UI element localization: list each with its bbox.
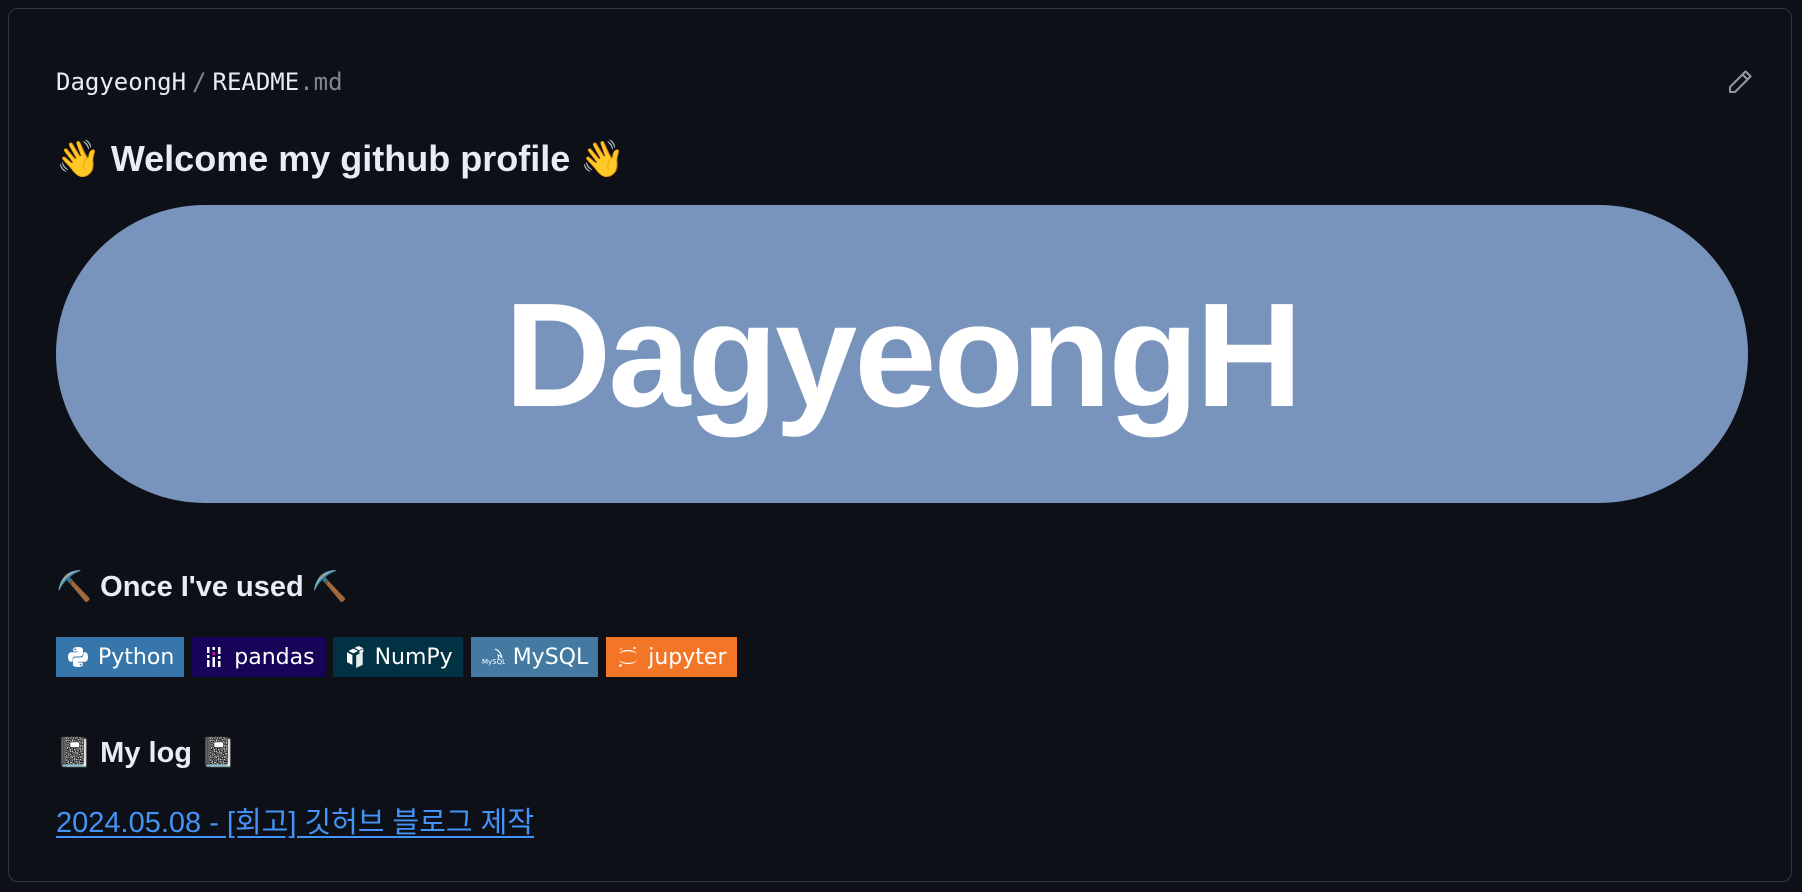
mysql-icon: MySQL [482,648,505,666]
file-extension: .md [299,68,343,96]
badge-label: Python [98,644,175,670]
badge-label: pandas [234,644,315,670]
numpy-icon [346,646,363,668]
badge-label: NumPy [374,644,453,670]
profile-banner: DagyeongH [56,205,1748,503]
log-post-link[interactable]: 2024.05.08 - [회고] 깃허브 블로그 제작 [56,805,534,841]
tools-heading: ⛏️ Once I've used ⛏️ [56,571,348,603]
pandas-icon [207,647,221,667]
pencil-icon [1729,70,1752,93]
badge-jupyter[interactable]: jupyter [606,637,737,677]
badge-label: jupyter [648,644,727,670]
python-icon [68,647,88,667]
readme-card: DagyeongH / README .md 👋 Welcome my githu… [8,8,1792,882]
tech-badges: Python pandas NumPy MySQL MySQL jupyter [56,637,737,677]
badge-mysql[interactable]: MySQL MySQL [470,637,599,677]
edit-file-button[interactable] [1719,61,1761,103]
banner-title: DagyeongH [504,273,1302,438]
welcome-heading: 👋 Welcome my github profile 👋 [56,138,626,179]
file-path: DagyeongH / README .md [56,67,343,97]
badge-pandas[interactable]: pandas [192,637,325,677]
log-heading: 📓 My log 📓 [56,737,237,769]
badge-label: MySQL [512,644,589,670]
repo-owner-link[interactable]: DagyeongH [56,67,186,97]
path-separator: / [192,68,207,96]
svg-text:MySQL: MySQL [482,658,505,666]
file-name: README [212,68,300,96]
jupyter-icon [619,646,638,667]
badge-python[interactable]: Python [56,637,185,677]
badge-numpy[interactable]: NumPy [332,637,463,677]
